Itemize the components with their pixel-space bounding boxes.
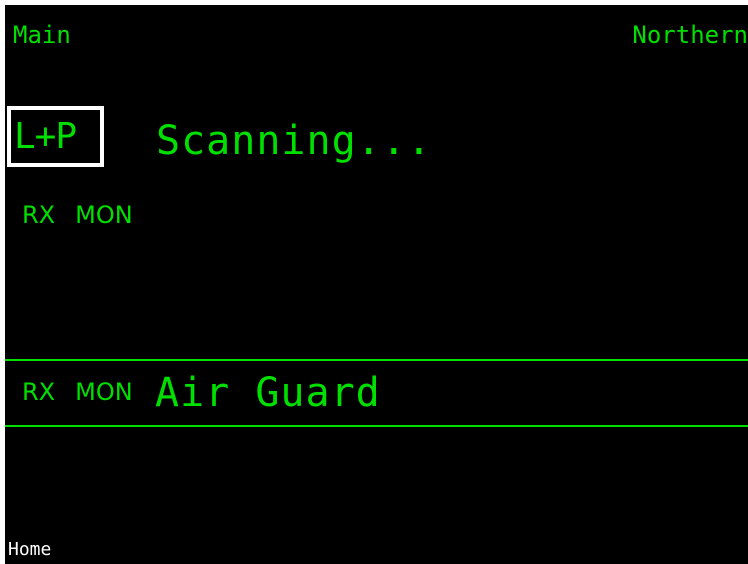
- active-channel-flags: RX MON: [22, 201, 133, 229]
- scan-status: Scanning...: [156, 118, 432, 164]
- divider-top: [5, 359, 748, 361]
- radio-display: Main Northern L+P Scanning... RX MON RX MO…: [5, 5, 748, 564]
- home-softkey[interactable]: Home: [8, 539, 51, 561]
- rx-indicator: RX: [22, 201, 56, 229]
- scan-mode-indicator[interactable]: L+P: [7, 106, 104, 167]
- monitor-indicator: MON: [75, 201, 133, 229]
- rx-indicator-secondary: RX: [22, 378, 56, 406]
- monitor-indicator-secondary: MON: [75, 378, 133, 406]
- secondary-channel-name: Air Guard: [155, 370, 381, 416]
- divider-bottom: [5, 425, 748, 427]
- zone-label: Main: [13, 21, 71, 49]
- system-label: Northern: [632, 21, 748, 49]
- secondary-channel-flags: RX MON: [22, 378, 133, 406]
